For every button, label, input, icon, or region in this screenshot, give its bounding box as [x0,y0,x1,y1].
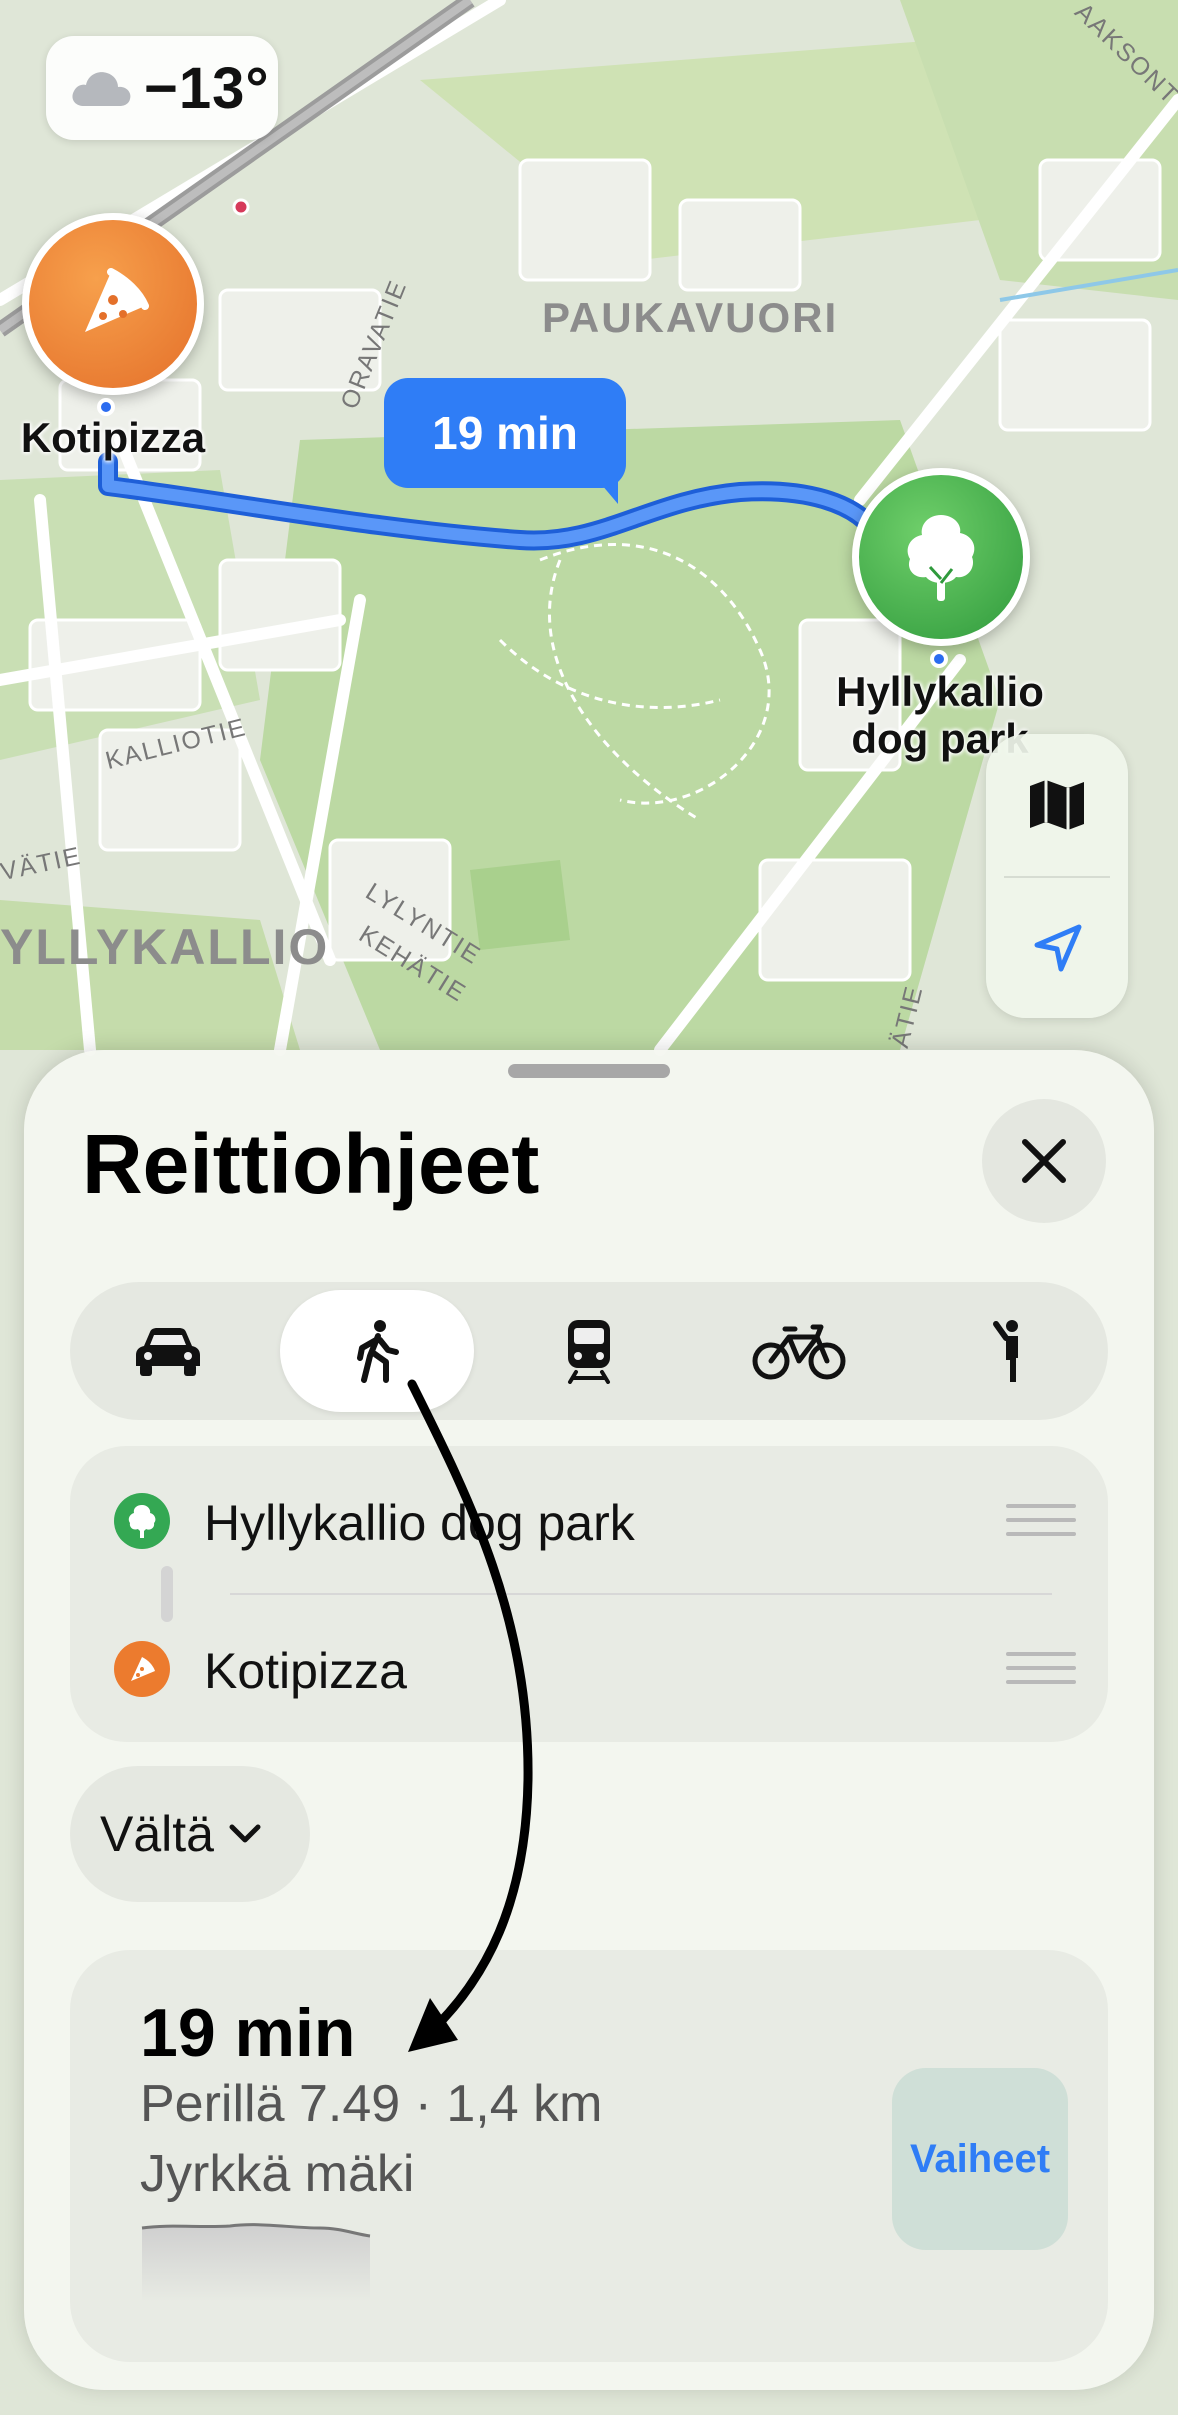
route-option-card[interactable]: 19 min Perillä 7.49 · 1,4 km Jyrkkä mäki… [70,1950,1108,2362]
reorder-handle-icon[interactable] [1006,1652,1076,1688]
rideshare-icon [993,1320,1018,1382]
map-icon [1030,780,1084,830]
route-eta-bubble[interactable]: 19 min [384,378,626,504]
route-arrival-distance: Perillä 7.49 · 1,4 km [140,2075,603,2133]
stop-destination[interactable]: Kotipizza [70,1594,1108,1742]
mode-cycle[interactable] [702,1290,896,1412]
route-stops: Hyllykallio dog park Kotipizza [70,1446,1108,1742]
weather-chip[interactable]: −13° [46,36,278,140]
sheet-title: Reittiohjeet [82,1117,540,1211]
start-pin-kotipizza[interactable] [22,213,204,395]
reorder-handle-icon[interactable] [1006,1504,1076,1540]
mode-rideshare[interactable] [913,1290,1107,1412]
map-mode-button[interactable] [986,734,1128,876]
mode-car[interactable] [71,1290,265,1412]
chevron-down-icon [229,1824,261,1843]
stop-destination-badge [114,1641,170,1697]
end-pin-label-line1: Hyllykallio [836,668,1044,715]
elevation-profile [141,2223,371,2302]
pizza-icon [131,1657,155,1681]
mode-walk[interactable] [280,1290,474,1412]
avoid-dropdown[interactable]: Vältä [70,1766,310,1902]
stop-origin-name: Hyllykallio dog park [204,1495,635,1551]
map-controls [986,734,1128,1018]
current-location-button[interactable] [986,878,1128,1020]
cloud-icon [72,72,131,106]
end-pin-anchor [930,650,948,668]
walk-icon [357,1320,399,1383]
area-label-paukavuori: PAUKAVUORI [542,294,839,341]
avoid-label: Vältä [100,1806,214,1862]
stop-destination-name: Kotipizza [204,1643,407,1699]
train-icon [568,1320,610,1384]
close-button[interactable] [982,1099,1106,1223]
stop-origin-badge [114,1493,170,1549]
directions-sheet: Reittiohjeet Hyllykallio dog park Kotipi… [24,1050,1154,2390]
sheet-grabber[interactable] [508,1064,670,1078]
temperature-label: −13° [144,55,270,121]
mode-transit[interactable] [492,1290,686,1412]
tree-icon [128,1505,156,1538]
start-pin-label: Kotipizza [20,414,206,461]
stop-origin[interactable]: Hyllykallio dog park [70,1446,1108,1594]
end-pin-dog-park[interactable] [852,468,1030,646]
steps-button-label: Vaiheet [909,2136,1051,2181]
close-icon [1022,1139,1066,1183]
route-duration: 19 min [140,1995,356,2071]
bicycle-icon [752,1324,846,1380]
car-icon [136,1328,200,1376]
area-label-hyllykallio: YLLYKALLIO [0,919,330,975]
pizza-icon [85,268,149,332]
tree-icon [907,515,975,601]
location-arrow-icon [1034,924,1082,972]
route-note: Jyrkkä mäki [140,2145,415,2203]
steps-button[interactable]: Vaiheet [892,2068,1068,2250]
transport-mode-selector [70,1282,1108,1420]
